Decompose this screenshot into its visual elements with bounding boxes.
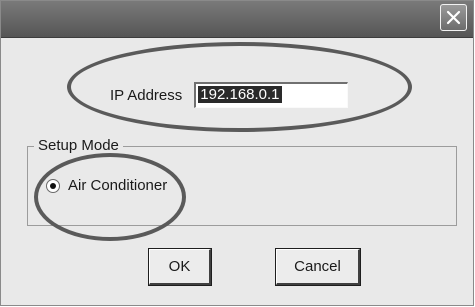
close-button[interactable]: [440, 4, 467, 31]
setup-mode-group: Setup Mode Air Conditioner: [27, 137, 457, 226]
air-conditioner-option[interactable]: Air Conditioner: [46, 177, 167, 194]
title-bar[interactable]: [1, 1, 473, 38]
ip-address-label: IP Address: [110, 86, 183, 104]
cancel-button[interactable]: Cancel: [275, 248, 361, 286]
ip-address-row: IP Address 192.168.0.1: [110, 80, 349, 110]
setup-mode-title: Setup Mode: [34, 137, 123, 154]
air-conditioner-radio[interactable]: [46, 178, 60, 193]
ip-address-input[interactable]: 192.168.0.1: [194, 82, 349, 108]
radio-selected-dot: [50, 182, 56, 189]
air-conditioner-label[interactable]: Air Conditioner: [68, 177, 167, 194]
ok-button[interactable]: OK: [148, 248, 212, 286]
ip-address-value: 192.168.0.1: [198, 86, 282, 103]
dialog-window: IP Address 192.168.0.1 Setup Mode Air Co…: [0, 0, 474, 306]
close-x-icon: [446, 10, 461, 25]
